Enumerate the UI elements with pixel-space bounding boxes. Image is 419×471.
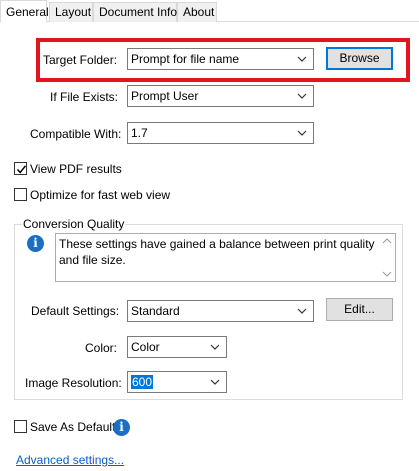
info-icon: i xyxy=(27,235,44,252)
default-settings-select[interactable]: Standard xyxy=(127,300,314,322)
optimize-web-checkbox[interactable] xyxy=(14,188,27,201)
if-file-exists-select[interactable]: Prompt User xyxy=(127,85,314,107)
color-select[interactable]: Color xyxy=(127,336,227,358)
quality-description: These settings have gained a balance bet… xyxy=(55,233,396,282)
default-settings-value: Standard xyxy=(131,304,180,318)
chevron-down-icon xyxy=(210,343,220,351)
save-as-default-checkbox[interactable] xyxy=(14,420,27,433)
color-label: Color: xyxy=(85,341,118,355)
target-folder-value: Prompt for file name xyxy=(131,52,240,66)
target-folder-label: Target Folder: xyxy=(43,53,118,67)
view-pdf-label: View PDF results xyxy=(30,162,122,176)
optimize-web-label: Optimize for fast web view xyxy=(30,188,171,202)
compatible-with-value: 1.7 xyxy=(131,126,148,140)
image-resolution-select[interactable]: 600 xyxy=(127,371,227,393)
compatible-with-select[interactable]: 1.7 xyxy=(127,122,314,144)
chevron-down-icon xyxy=(297,307,307,315)
conversion-quality-title: Conversion Quality xyxy=(22,217,126,231)
image-resolution-value: 600 xyxy=(131,375,154,389)
compatible-with-label: Compatible With: xyxy=(30,127,122,141)
default-settings-label: Default Settings: xyxy=(31,304,120,318)
info-icon[interactable]: i xyxy=(113,419,130,436)
tab-strip: General Layout Document Info About xyxy=(0,0,419,22)
view-pdf-checkbox[interactable] xyxy=(14,162,27,175)
chevron-down-icon xyxy=(297,129,307,137)
edit-button[interactable]: Edit... xyxy=(326,298,393,321)
advanced-settings-link[interactable]: Advanced settings... xyxy=(16,453,124,467)
tab-general[interactable]: General xyxy=(0,0,49,22)
tab-layout[interactable]: Layout xyxy=(49,2,93,22)
quality-description-text: These settings have gained a balance bet… xyxy=(59,237,375,267)
target-folder-select[interactable]: Prompt for file name xyxy=(127,48,314,70)
browse-button[interactable]: Browse xyxy=(326,47,393,70)
tab-about[interactable]: About xyxy=(177,2,217,22)
chevron-down-icon xyxy=(210,378,220,386)
if-file-exists-label: If File Exists: xyxy=(50,90,119,104)
image-resolution-label: Image Resolution: xyxy=(25,376,122,390)
chevron-down-icon xyxy=(297,92,307,100)
save-as-default-label: Save As Default xyxy=(30,420,116,434)
chevron-down-icon xyxy=(297,55,307,63)
color-value: Color xyxy=(131,340,160,354)
description-scrollbar[interactable] xyxy=(382,237,392,278)
if-file-exists-value: Prompt User xyxy=(131,89,199,103)
checkmark-icon xyxy=(16,165,27,174)
tab-document-info[interactable]: Document Info xyxy=(93,2,177,22)
